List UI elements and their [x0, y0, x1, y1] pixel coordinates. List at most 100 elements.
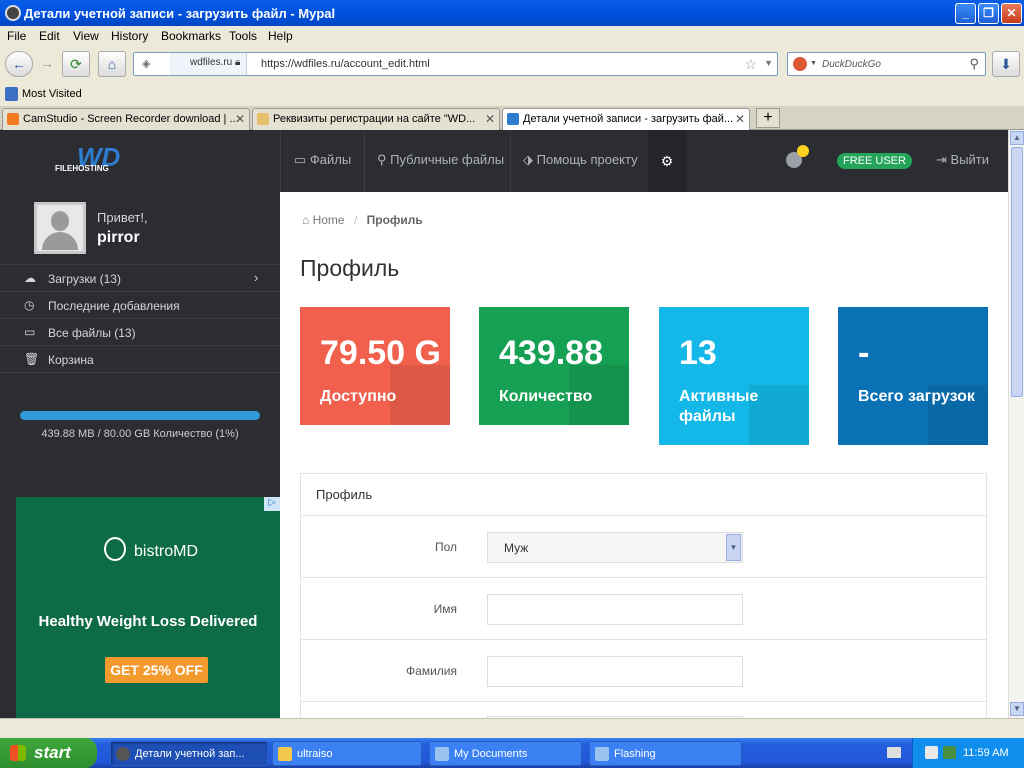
tab-close-icon[interactable]: ✕ [235, 112, 245, 126]
trash-icon: 🗑︎ [24, 352, 40, 366]
last-name-field[interactable] [487, 656, 743, 687]
stat-card-quantity: 439.88 Количество [479, 307, 629, 425]
nav-help-label: Помощь проекту [536, 152, 638, 167]
bookmarks-bar: Most Visited [0, 84, 1024, 106]
taskbar-item-browser[interactable]: Детали учетной зап... [110, 741, 268, 766]
nav-public-label: Публичные файлы [390, 152, 505, 167]
chevron-down-icon[interactable]: ▼ [726, 534, 741, 561]
tag-icon: ⬗ [523, 152, 533, 167]
most-visited-link[interactable]: Most Visited [22, 88, 82, 100]
logout-link[interactable]: ⇥ Выйти [936, 152, 989, 168]
nav-help-project[interactable]: ⬗ Помощь проекту [523, 152, 638, 168]
scroll-up-icon[interactable]: ▲ [1010, 131, 1024, 145]
sidebar-divider [0, 372, 280, 373]
profile-panel: Профиль Пол Муж ▼ Имя Фамилия [300, 473, 987, 718]
ad-choices-icon[interactable]: ▷ [264, 497, 280, 511]
lock-icon: 🔒︎ [235, 57, 241, 68]
menu-bookmarks[interactable]: Bookmarks [161, 29, 221, 43]
engine-dropdown-icon[interactable]: ▼ [810, 60, 817, 67]
reload-button[interactable]: ⟳ [62, 51, 90, 77]
shield-icon[interactable]: ◈ [142, 57, 150, 70]
site-logo[interactable]: WD FILEHOSTING [55, 142, 165, 182]
gender-value: Муж [504, 541, 529, 555]
nav-files-label: Файлы [309, 152, 352, 167]
url-dropdown-icon[interactable]: ▼ [764, 58, 773, 68]
taskbar-item-label: Детали учетной зап... [135, 748, 245, 760]
menu-view[interactable]: View [73, 29, 99, 43]
bookmark-star-icon[interactable]: ☆ [744, 56, 757, 73]
main-content: ⌂ Home / Профиль Профиль 79.50 G Доступн… [280, 192, 1008, 718]
url-bar[interactable]: ◈ wdfiles.ru 🔒︎ https://wdfiles.ru/accou… [133, 52, 778, 76]
settings-gear-icon[interactable]: ⚙ [648, 130, 686, 192]
sidebar-item-all-files[interactable]: ▭ Все файлы (13) [0, 318, 280, 345]
site-identity-label: wdfiles.ru [190, 57, 233, 68]
forward-button[interactable]: → [33, 51, 61, 77]
storage-usage-text: 439.88 MB / 80.00 GB Количество (1%) [41, 428, 239, 440]
tab-close-icon[interactable]: ✕ [485, 112, 495, 126]
stat-label: Всего загрузок [858, 388, 975, 405]
panel-header: Профиль [301, 474, 986, 516]
breadcrumb-home[interactable]: Home [313, 213, 345, 227]
sidebar: Привет!, pirror ☁ Загрузки (13) › ◷ Посл… [0, 192, 280, 718]
menu-tools[interactable]: Tools [229, 29, 257, 43]
ad-cta-button[interactable]: GET 25% OFF [105, 657, 208, 683]
first-name-label: Имя [433, 602, 457, 616]
minimize-button[interactable]: _ [955, 3, 976, 24]
tab-close-icon[interactable]: ✕ [735, 112, 745, 126]
tray-app-icon[interactable] [943, 746, 956, 759]
browser-icon [116, 747, 130, 761]
browser-icon [5, 5, 21, 21]
system-tray: 11:59 AM [912, 738, 1024, 768]
taskbar-item-label: Flashing [614, 748, 656, 760]
menu-edit[interactable]: Edit [39, 29, 60, 43]
stat-label: Активные файлы [679, 388, 759, 425]
tab-favicon-icon [507, 113, 519, 125]
menu-file[interactable]: File [7, 29, 26, 43]
cloud-upload-icon: ☁ [24, 271, 36, 285]
web-page: WD FILEHOSTING ▭ Файлы ⚲ Публичные файлы… [0, 130, 1008, 718]
taskbar-item-label: ultraiso [297, 748, 333, 760]
sidebar-item-uploads[interactable]: ☁ Загрузки (13) › [0, 264, 280, 291]
ad-headline: Healthy Weight Loss Delivered [38, 613, 258, 630]
stat-card-active-files: 13 Активные файлы [659, 307, 809, 445]
maximize-button[interactable]: ❐ [978, 3, 999, 24]
home-button[interactable]: ⌂ [98, 51, 126, 77]
tray-app-icon[interactable] [925, 746, 938, 759]
new-tab-button[interactable]: + [756, 108, 780, 128]
logo-subtitle: FILEHOSTING [55, 164, 109, 173]
gender-select[interactable]: Муж ▼ [487, 532, 743, 563]
downloads-button[interactable]: ⬇ [992, 51, 1020, 77]
advertisement[interactable]: ▷ bistroMD Healthy Weight Loss Delivered… [16, 497, 280, 718]
nav-divider [510, 130, 511, 192]
search-box[interactable]: ▼ DuckDuckGo ⚲ [787, 52, 986, 76]
nav-files[interactable]: ▭ Файлы [294, 152, 351, 168]
username: pirror [97, 229, 140, 246]
vertical-scrollbar[interactable]: ▲ ▼ [1008, 130, 1024, 718]
duckduckgo-icon[interactable] [793, 57, 807, 71]
gender-label: Пол [434, 540, 457, 554]
taskbar-item-flashing[interactable]: Flashing [589, 741, 742, 766]
start-button[interactable]: start [0, 738, 97, 768]
search-placeholder: DuckDuckGo [822, 59, 881, 70]
back-button[interactable]: ← [5, 51, 33, 77]
nav-public-files[interactable]: ⚲ Публичные файлы [377, 152, 504, 168]
scrollbar-thumb[interactable] [1011, 147, 1023, 397]
tab-account-details[interactable]: Детали учетной записи - загрузить фай...… [502, 108, 750, 130]
sidebar-item-recent[interactable]: ◷ Последние добавления [0, 291, 280, 318]
menu-help[interactable]: Help [268, 29, 293, 43]
url-text[interactable]: https://wdfiles.ru/account_edit.html [261, 58, 430, 70]
site-identity[interactable]: wdfiles.ru 🔒︎ [170, 53, 248, 75]
tab-registration[interactable]: Реквизиты регистрации на сайте "WD... ✕ [252, 108, 500, 130]
account-type-badge[interactable]: FREE USER [837, 153, 912, 169]
tab-camstudio[interactable]: CamStudio - Screen Recorder download | .… [2, 108, 250, 130]
taskbar-item-my-documents[interactable]: My Documents [429, 741, 582, 766]
keyboard-icon[interactable] [887, 747, 901, 758]
first-name-field[interactable] [487, 594, 743, 625]
tab-label: Детали учетной записи - загрузить фай... [523, 113, 734, 125]
menu-history[interactable]: History [111, 29, 148, 43]
scroll-down-icon[interactable]: ▼ [1010, 702, 1024, 716]
search-icon[interactable]: ⚲ [969, 56, 979, 72]
sidebar-item-trash[interactable]: 🗑︎ Корзина [0, 345, 280, 372]
close-button[interactable]: ✕ [1001, 3, 1022, 24]
taskbar-item-ultraiso[interactable]: ultraiso [272, 741, 422, 766]
